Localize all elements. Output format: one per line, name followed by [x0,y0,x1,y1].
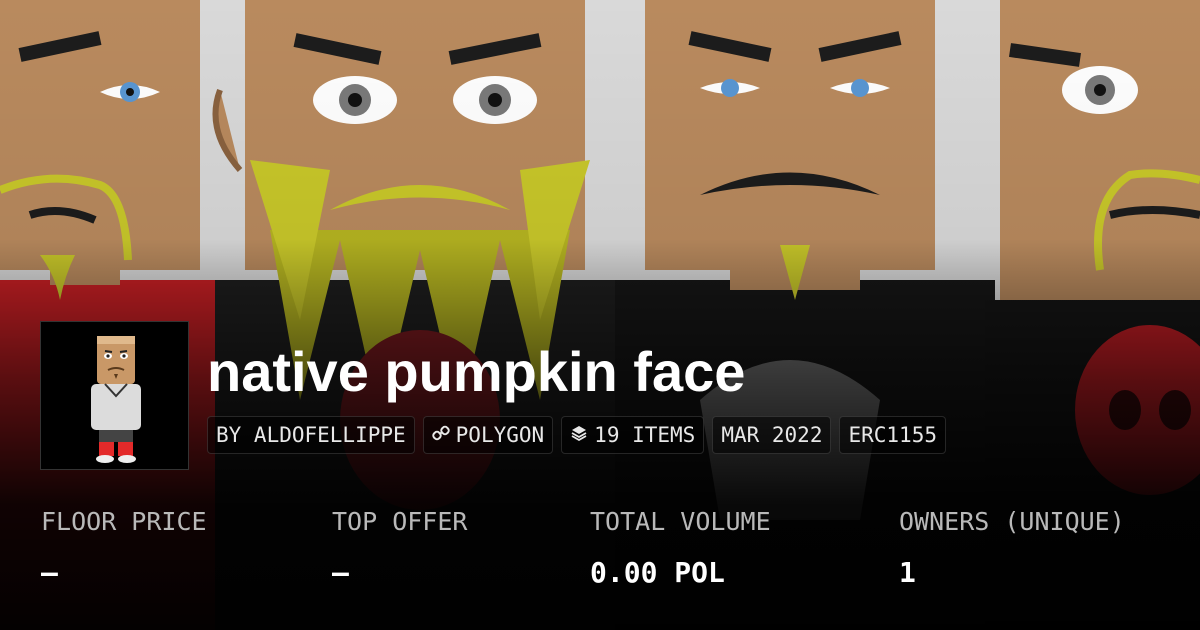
stat-floor-price: FLOOR PRICE – [41,505,207,590]
stat-total-volume: TOTAL VOLUME 0.00 POL [590,505,771,590]
stat-value: – [332,556,349,589]
stat-label: TOP OFFER [332,507,468,536]
collection-title: native pumpkin face [207,340,746,403]
stat-value: – [41,556,58,589]
creator-label: BY ALDOFELLIPPE [216,423,406,447]
chain-label: POLYGON [455,423,545,447]
layers-icon [570,423,588,447]
collection-meta-chips: BY ALDOFELLIPPE POLYGON 19 ITEMS MAR 202… [207,416,946,454]
stat-label: FLOOR PRICE [41,507,207,536]
link-icon [431,423,450,447]
stat-value: 0.00 POL [590,556,725,589]
chain-chip[interactable]: POLYGON [422,416,554,454]
stat-top-offer: TOP OFFER – [332,505,467,590]
stat-label: TOTAL VOLUME [590,507,771,536]
items-label: 19 ITEMS [594,423,696,447]
stat-value: 1 [899,556,916,589]
date-chip: MAR 2022 [712,416,832,454]
items-chip[interactable]: 19 ITEMS [561,416,705,454]
collection-avatar [40,321,189,470]
standard-chip: ERC1155 [839,416,946,454]
stat-owners: OWNERS (UNIQUE) 1 [899,505,1125,590]
date-label: MAR 2022 [721,423,823,447]
creator-chip[interactable]: BY ALDOFELLIPPE [207,416,415,454]
stat-label: OWNERS (UNIQUE) [899,507,1125,536]
standard-label: ERC1155 [848,423,937,447]
